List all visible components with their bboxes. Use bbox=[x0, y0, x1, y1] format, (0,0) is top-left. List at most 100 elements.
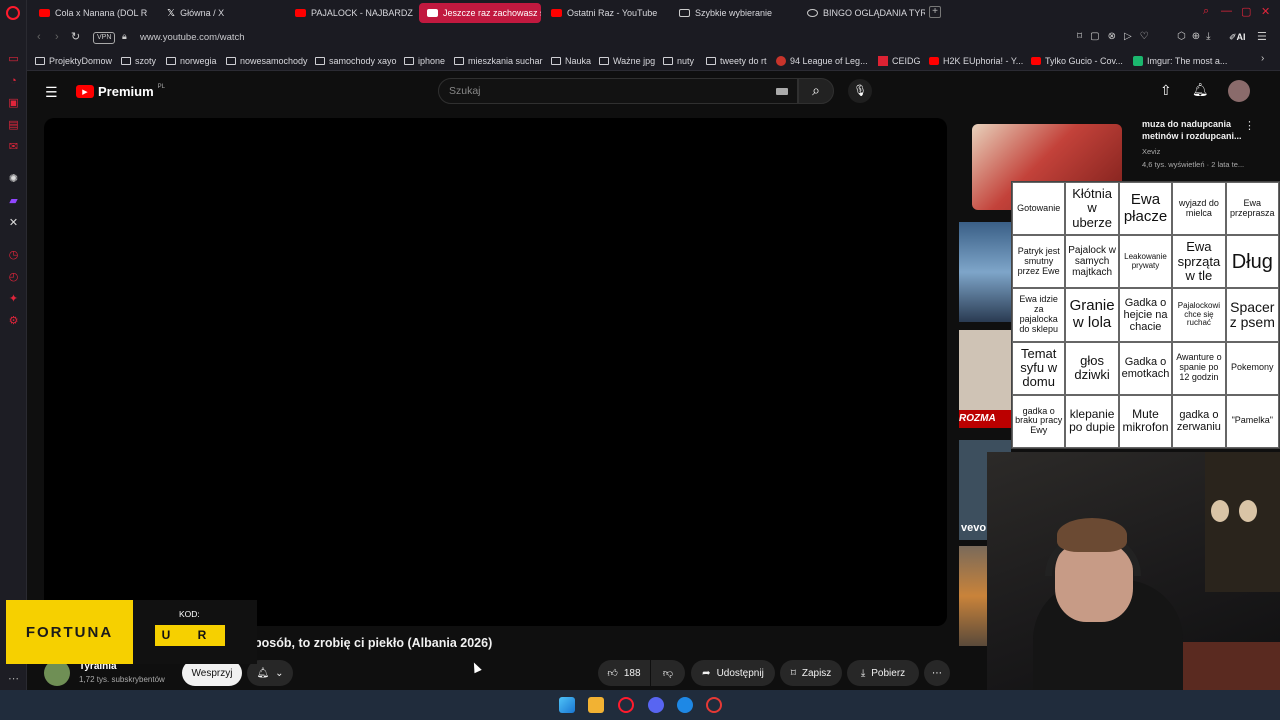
save-button[interactable]: ⌑ Zapisz bbox=[780, 660, 842, 686]
twitch-icon[interactable]: ▰ bbox=[7, 194, 20, 207]
bingo-cell: Temat syfu w domu bbox=[1012, 341, 1066, 395]
rec-thumbnail-2[interactable]: ROZMA bbox=[959, 330, 1011, 428]
minimize-icon[interactable]: — bbox=[1221, 5, 1232, 17]
youtube-logo[interactable]: ▶ Premium PL bbox=[76, 84, 165, 99]
back-icon[interactable]: ‹ bbox=[37, 31, 41, 43]
tab-4[interactable]: Ostatni Raz - YouTube bbox=[543, 3, 669, 23]
bookmark-12[interactable]: CEIDG bbox=[878, 53, 921, 68]
bingo-cell: Ewa sprząta w tle bbox=[1172, 235, 1226, 289]
bookmark-0[interactable]: ProjektyDomow bbox=[35, 53, 112, 68]
reload-icon[interactable]: ↻ bbox=[71, 30, 80, 43]
steam-icon[interactable] bbox=[706, 697, 722, 713]
share-button[interactable]: ➦ Udostępnij bbox=[691, 660, 775, 686]
search-button[interactable]: ⌕ bbox=[798, 78, 834, 104]
tab-0[interactable]: Cola x Nanana (DOL R bbox=[31, 3, 157, 23]
bookmark-label: samochody xayo bbox=[329, 55, 397, 66]
clock-icon[interactable]: ◴ bbox=[7, 270, 20, 283]
wallet-icon[interactable]: ▣ bbox=[7, 96, 20, 109]
vpn-badge[interactable]: VPN bbox=[93, 32, 116, 44]
bookmark-2[interactable]: norwegia bbox=[166, 53, 217, 68]
bookmark-11[interactable]: 94 League of Leg... bbox=[776, 53, 868, 68]
bookmark-label: 94 League of Leg... bbox=[790, 55, 868, 66]
mail-icon[interactable]: ✉ bbox=[7, 140, 20, 153]
avatar[interactable] bbox=[1228, 80, 1250, 102]
chatgpt-icon[interactable]: ✺ bbox=[7, 172, 20, 185]
bookmarks-overflow-icon[interactable]: › bbox=[1261, 53, 1264, 64]
close-window-icon[interactable]: ✕ bbox=[1261, 5, 1270, 18]
bingo-cell: Gotowanie bbox=[1012, 182, 1066, 236]
tab-6[interactable]: BINGO OGLĄDANIA TYRA bbox=[799, 3, 925, 23]
rec-more-icon[interactable]: ⋮ bbox=[1244, 119, 1255, 132]
microphone-icon[interactable]: 🎙︎ bbox=[848, 79, 872, 103]
bookmark-9[interactable]: nuty bbox=[663, 53, 694, 68]
aria-icon[interactable]: ▭ bbox=[7, 52, 20, 65]
new-tab-button[interactable]: + bbox=[929, 6, 941, 18]
bookmark-icon: ⌑ bbox=[790, 667, 796, 679]
more-icon[interactable]: ⋯ bbox=[7, 672, 20, 685]
tab-3-active[interactable]: Jeszcze raz zachowasz s bbox=[419, 3, 541, 23]
ai-button[interactable]: ✐AI bbox=[1229, 32, 1246, 43]
like-count: 188 bbox=[623, 667, 641, 679]
tab-5[interactable]: Szybkie wybieranie bbox=[671, 3, 797, 23]
url-field[interactable]: www.youtube.com/watch bbox=[140, 32, 245, 43]
discord-icon[interactable] bbox=[648, 697, 664, 713]
address-toolbar-icons[interactable]: ⌑▢⊗▷♡ bbox=[1077, 31, 1157, 42]
rec-thumbnail-4[interactable] bbox=[959, 546, 987, 646]
bookmark-1[interactable]: szoty bbox=[121, 53, 156, 68]
more-actions-button[interactable]: ⋯ bbox=[924, 660, 950, 686]
youtube-icon bbox=[551, 9, 562, 17]
tab-2[interactable]: PAJALOCK - NAJBARDZI bbox=[287, 3, 413, 23]
extension-icons[interactable]: ⬡⊕⤓ bbox=[1177, 31, 1217, 42]
folder-icon bbox=[166, 56, 176, 65]
maximize-icon[interactable]: ▢ bbox=[1241, 5, 1251, 18]
bookmark-4[interactable]: samochody xayo bbox=[315, 53, 397, 68]
hamburger-menu-icon[interactable]: ☰ bbox=[45, 84, 58, 101]
windows-start-icon[interactable] bbox=[559, 697, 575, 713]
opera-taskbar-icon[interactable] bbox=[618, 697, 634, 713]
x-sidebar-icon[interactable]: ✕ bbox=[7, 216, 20, 229]
bingo-cell: Spacer z psem bbox=[1225, 288, 1279, 342]
search-tabs-icon[interactable]: ⌕ bbox=[1203, 5, 1209, 18]
youtube-icon bbox=[1031, 56, 1041, 65]
file-explorer-icon[interactable] bbox=[588, 697, 604, 713]
bookmark-15[interactable]: Imgur: The most a... bbox=[1133, 53, 1227, 68]
tab-1[interactable]: 𝕏 Główna / X bbox=[159, 3, 285, 23]
thumbs-up-icon: 👍︎ bbox=[607, 668, 618, 679]
like-button[interactable]: 👍︎ 188 bbox=[598, 660, 650, 686]
forward-icon[interactable]: › bbox=[55, 31, 59, 43]
bookmark-7[interactable]: Nauka bbox=[551, 53, 591, 68]
player-icon[interactable]: ▤ bbox=[7, 118, 20, 131]
rec-thumbnail-1[interactable] bbox=[959, 222, 1011, 322]
search-input[interactable]: Szukaj bbox=[438, 78, 798, 104]
messenger-icon[interactable]: ◔ bbox=[7, 74, 20, 87]
youtube-icon bbox=[427, 9, 438, 17]
rec-title-0[interactable]: muza do nadupcania metinów i rozdupcani.… bbox=[1142, 119, 1246, 142]
bookmark-label: Imgur: The most a... bbox=[1147, 55, 1228, 66]
video-player[interactable] bbox=[44, 118, 947, 626]
extensions-icon[interactable]: ✦ bbox=[7, 292, 20, 305]
bookmark-10[interactable]: tweety do rt bbox=[706, 53, 767, 68]
bingo-cell: gadka o zerwaniu bbox=[1172, 394, 1226, 448]
bookmark-5[interactable]: iphone bbox=[404, 53, 445, 68]
bookmark-14[interactable]: Tylko Gucio - Cov... bbox=[1031, 53, 1123, 68]
notifications-icon[interactable]: 🔔︎ bbox=[1192, 82, 1209, 98]
youtube-icon bbox=[295, 9, 306, 17]
dislike-button[interactable]: 👎︎ bbox=[651, 660, 685, 686]
vevo-label: vevo bbox=[961, 522, 987, 534]
fortuna-brand: FORTUNA bbox=[25, 623, 114, 641]
upload-icon[interactable]: ⇧ bbox=[1160, 82, 1172, 99]
bookmark-13[interactable]: H2K EUphoria! - Y... bbox=[929, 53, 1023, 68]
x-icon: 𝕏 bbox=[167, 7, 176, 19]
video-title: posób, to zrobię ci piekło (Albania 2026… bbox=[254, 636, 493, 650]
opera-logo-icon[interactable] bbox=[6, 6, 20, 20]
bookmark-3[interactable]: nowesamochody bbox=[226, 53, 308, 68]
keyboard-icon[interactable] bbox=[776, 88, 788, 95]
history-icon[interactable]: ◷ bbox=[7, 248, 20, 261]
bookmark-8[interactable]: Ważne jpg bbox=[599, 53, 655, 68]
download-button[interactable]: ⤓ Pobierz bbox=[847, 660, 919, 686]
settings-icon[interactable]: ⚙ bbox=[7, 314, 20, 327]
bingo-cell: Gadka o emotkach bbox=[1118, 341, 1173, 395]
bookmark-6[interactable]: mieszkania suchar bbox=[454, 53, 543, 68]
menu-icon[interactable]: ☰ bbox=[1257, 30, 1267, 43]
facebook-icon[interactable] bbox=[677, 697, 693, 713]
